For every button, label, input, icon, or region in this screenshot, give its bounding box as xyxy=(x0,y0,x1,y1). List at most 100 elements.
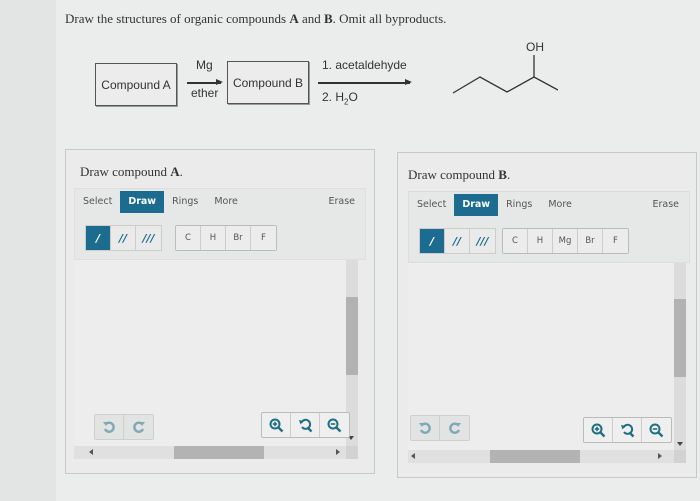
zoom-reset-icon xyxy=(620,423,634,437)
redo-icon xyxy=(132,421,145,433)
redo-button[interactable] xyxy=(440,416,469,440)
question-prefix: Draw the structures of organic compounds xyxy=(65,11,290,26)
atom-group: C H Mg Br F xyxy=(502,228,629,254)
atom-br-button[interactable]: Br xyxy=(578,229,603,253)
question-suffix: . Omit all byproducts. xyxy=(332,11,447,26)
compound-a-box: Compound A xyxy=(95,63,177,106)
zoom-in-button[interactable] xyxy=(584,418,613,442)
zoom-reset-icon xyxy=(298,418,312,432)
erase-button[interactable]: Erase xyxy=(328,191,355,213)
panel-a-title-text: Draw compound xyxy=(80,164,171,179)
undo-button[interactable] xyxy=(411,416,440,440)
single-bond-button[interactable]: / xyxy=(86,226,111,250)
atom-h-button[interactable]: H xyxy=(528,229,553,253)
scroll-right-arrow-icon[interactable] xyxy=(336,449,340,455)
panel-a-toolbar: Select Draw Rings More Erase / // /// C … xyxy=(74,188,366,260)
panel-a-title: Draw compound A. xyxy=(80,164,183,180)
bond-type-group: / // /// xyxy=(85,225,162,251)
panel-b-tabs: Select Draw Rings More xyxy=(409,194,580,216)
panel-b-title-suffix: . xyxy=(506,167,511,182)
zoom-reset-button[interactable] xyxy=(613,418,642,442)
atom-c-button[interactable]: C xyxy=(503,229,528,253)
double-bond-button[interactable]: // xyxy=(111,226,136,250)
zoom-out-icon xyxy=(327,418,342,432)
atom-c-button[interactable]: C xyxy=(176,226,201,250)
tab-draw[interactable]: Draw xyxy=(120,191,165,213)
vertical-scrollbar-b[interactable] xyxy=(674,263,686,461)
reagent-water-o: O xyxy=(348,90,358,104)
vertical-scroll-thumb-a[interactable] xyxy=(346,297,358,375)
history-group-b xyxy=(410,415,470,441)
scroll-left-arrow-icon[interactable] xyxy=(411,453,415,459)
undo-icon xyxy=(419,422,431,434)
question-text: Draw the structures of organic compounds… xyxy=(65,11,446,27)
product-carbon-chain xyxy=(452,76,558,94)
atom-group: C H Br F xyxy=(175,225,277,251)
compound-a-label: Compound A xyxy=(101,77,171,92)
panel-a-title-suffix: . xyxy=(179,164,183,179)
atom-mg-button[interactable]: Mg xyxy=(553,229,578,253)
history-group-a xyxy=(94,414,154,440)
reaction-arrow-1 xyxy=(187,79,223,85)
erase-button[interactable]: Erase xyxy=(652,194,679,216)
bond-type-group: / // /// xyxy=(419,228,496,254)
zoom-reset-button[interactable] xyxy=(291,413,320,437)
atom-f-button[interactable]: F xyxy=(603,229,628,253)
zoom-in-button[interactable] xyxy=(262,413,291,437)
reagent-mg: Mg xyxy=(196,58,213,72)
reagent-acetaldehyde: 1. acetaldehyde xyxy=(322,58,407,72)
atom-br-button[interactable]: Br xyxy=(226,226,251,250)
scroll-right-arrow-icon[interactable] xyxy=(658,453,662,459)
triple-bond-button[interactable]: /// xyxy=(470,229,495,253)
scroll-down-arrow-icon[interactable] xyxy=(677,442,683,446)
single-bond-button[interactable]: / xyxy=(420,229,445,253)
question-compound-a: A xyxy=(289,11,299,26)
undo-icon xyxy=(103,421,115,433)
question-compound-b: B xyxy=(324,11,333,26)
panel-b-title: Draw compound B. xyxy=(408,167,510,183)
scroll-left-arrow-icon[interactable] xyxy=(89,449,93,455)
reagent-water-h: 2. H xyxy=(322,90,345,104)
draw-panel-a: Draw compound A. Select Draw Rings More … xyxy=(65,149,375,474)
tab-select[interactable]: Select xyxy=(75,191,120,213)
compound-b-box: Compound B xyxy=(227,61,309,104)
double-bond-button[interactable]: // xyxy=(445,229,470,253)
zoom-out-button[interactable] xyxy=(642,418,671,442)
horizontal-scroll-thumb-a[interactable] xyxy=(174,446,264,459)
tab-rings[interactable]: Rings xyxy=(498,194,540,216)
product-oh-label: OH xyxy=(526,40,544,54)
scroll-corner-a xyxy=(346,446,358,459)
atom-h-button[interactable]: H xyxy=(201,226,226,250)
zoom-out-icon xyxy=(649,423,664,437)
zoom-in-icon xyxy=(269,418,283,432)
panel-a-title-bold: A xyxy=(170,164,180,179)
horizontal-scrollbar-b[interactable] xyxy=(408,450,674,463)
question-and: and xyxy=(298,11,324,26)
tab-draw[interactable]: Draw xyxy=(454,194,499,216)
undo-button[interactable] xyxy=(95,415,124,439)
panel-b-title-text: Draw compound xyxy=(408,167,499,182)
tab-rings[interactable]: Rings xyxy=(164,191,206,213)
triple-bond-button[interactable]: /// xyxy=(136,226,161,250)
reagent-water: 2. H2O xyxy=(322,90,358,106)
panel-b-title-bold: B xyxy=(498,167,507,182)
product-structure-2-hexanol: OH xyxy=(452,40,558,94)
left-margin xyxy=(0,0,56,501)
reagent-ether: ether xyxy=(191,86,219,100)
atom-f-button[interactable]: F xyxy=(251,226,276,250)
horizontal-scroll-thumb-b[interactable] xyxy=(490,450,580,463)
redo-button[interactable] xyxy=(124,415,153,439)
draw-panel-b: Draw compound B. Select Draw Rings More … xyxy=(397,152,697,478)
tab-more[interactable]: More xyxy=(540,194,580,216)
zoom-group-a xyxy=(261,412,350,438)
zoom-in-icon xyxy=(591,423,605,437)
tab-more[interactable]: More xyxy=(206,191,246,213)
vertical-scroll-thumb-b[interactable] xyxy=(674,299,686,377)
horizontal-scrollbar-a[interactable] xyxy=(74,446,346,459)
reaction-arrow-2 xyxy=(318,79,412,85)
tab-select[interactable]: Select xyxy=(409,194,454,216)
zoom-group-b xyxy=(583,417,672,443)
zoom-out-button[interactable] xyxy=(320,413,349,437)
scroll-corner-b xyxy=(674,450,686,463)
redo-icon xyxy=(448,422,461,434)
